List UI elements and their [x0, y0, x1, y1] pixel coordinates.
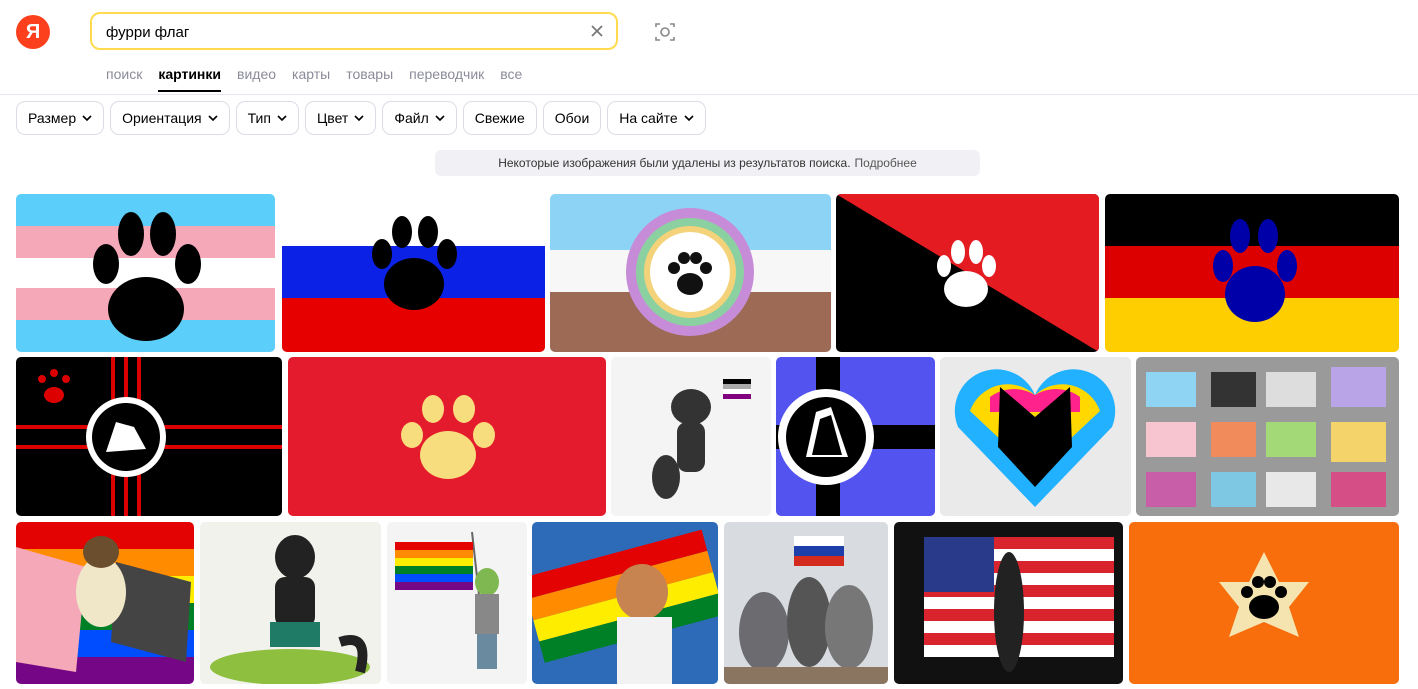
image-result[interactable]	[387, 522, 527, 684]
usa-flag-wolf-image	[894, 522, 1123, 684]
chevron-down-icon	[354, 115, 364, 121]
filter-label: На сайте	[619, 110, 678, 126]
red-yellow-paw-flag-image	[288, 357, 606, 516]
close-icon[interactable]	[590, 24, 604, 38]
filter-fresh[interactable]: Свежие	[462, 101, 537, 135]
orange-paw-star-flag-image	[1129, 522, 1399, 684]
tab-images[interactable]: картинки	[158, 66, 221, 92]
rainbow-circle-paw-flag-image	[550, 194, 831, 352]
black-red-wolf-flag-image	[16, 357, 282, 516]
image-result[interactable]	[16, 194, 275, 352]
header-right-area	[1314, 12, 1418, 52]
filter-color[interactable]: Цвет	[304, 101, 377, 135]
removed-results-notice: Некоторые изображения были удалены из ре…	[435, 150, 980, 176]
chevron-down-icon	[277, 115, 287, 121]
tab-all[interactable]: все	[500, 66, 522, 82]
filter-label: Ориентация	[122, 110, 202, 126]
yandex-logo[interactable]: Я	[16, 15, 50, 49]
chevron-down-icon	[684, 115, 694, 121]
notice-more-link[interactable]: Подробнее	[855, 156, 917, 170]
search-input[interactable]: фурри флаг	[106, 24, 189, 41]
filter-file[interactable]: Файл	[382, 101, 457, 135]
russian-paw-flag-image	[282, 194, 545, 352]
search-tabs: поиск картинки видео карты товары перево…	[106, 66, 522, 92]
wolf-rainbow-flag-image	[387, 522, 527, 684]
chevron-down-icon	[208, 115, 218, 121]
dog-with-leash-image	[200, 522, 381, 684]
image-result[interactable]	[1129, 522, 1399, 684]
pride-sticker-sheet-image	[1136, 357, 1399, 516]
tab-video[interactable]: видео	[237, 66, 276, 82]
blue-wolf-cross-flag-image	[776, 357, 935, 516]
chevron-down-icon	[435, 115, 445, 121]
camera-search-icon[interactable]	[653, 20, 677, 44]
fox-russia-2018-image	[532, 522, 718, 684]
image-result[interactable]	[1136, 357, 1399, 516]
image-result[interactable]	[550, 194, 831, 352]
trans-paw-flag-image	[16, 194, 275, 352]
image-result[interactable]	[836, 194, 1099, 352]
image-result[interactable]	[611, 357, 771, 516]
tab-maps[interactable]: карты	[292, 66, 330, 82]
image-result[interactable]	[282, 194, 545, 352]
filter-label: Свежие	[474, 110, 525, 126]
filter-size[interactable]: Размер	[16, 101, 105, 135]
filter-orientation[interactable]: Ориентация	[110, 101, 230, 135]
furries-with-russian-flag-image	[724, 522, 888, 684]
filters-bar: Размер Ориентация Тип Цвет Файл Свежие О…	[16, 101, 706, 135]
image-result[interactable]	[940, 357, 1131, 516]
filter-label: Тип	[247, 110, 271, 126]
notice-text: Некоторые изображения были удалены из ре…	[498, 156, 851, 170]
filter-type[interactable]: Тип	[235, 101, 299, 135]
red-black-paw-flag-image	[836, 194, 1099, 352]
tab-products[interactable]: товары	[346, 66, 393, 82]
chevron-down-icon	[82, 115, 92, 121]
image-result[interactable]	[532, 522, 718, 684]
image-result[interactable]	[724, 522, 888, 684]
german-paw-flag-image	[1105, 194, 1399, 352]
asexual-flag-wolf-image	[611, 357, 771, 516]
ferret-pride-flags-image	[16, 522, 194, 684]
image-result[interactable]	[776, 357, 935, 516]
filter-wallpapers[interactable]: Обои	[542, 101, 602, 135]
filter-on-site[interactable]: На сайте	[607, 101, 706, 135]
search-field[interactable]: фурри флаг	[90, 12, 618, 50]
filter-label: Размер	[28, 110, 77, 126]
image-result[interactable]	[1105, 194, 1399, 352]
image-result[interactable]	[16, 522, 194, 684]
filter-label: Обои	[554, 110, 590, 126]
image-result[interactable]	[288, 357, 606, 516]
header: Я фурри флаг поиск картинки видео карты …	[0, 0, 1418, 95]
image-result[interactable]	[16, 357, 282, 516]
tab-search[interactable]: поиск	[106, 66, 142, 82]
pan-wolf-heart-image	[940, 357, 1131, 516]
tab-translator[interactable]: переводчик	[409, 66, 484, 82]
filter-label: Файл	[394, 110, 429, 126]
filter-label: Цвет	[316, 110, 349, 126]
image-result[interactable]	[894, 522, 1123, 684]
image-result[interactable]	[200, 522, 381, 684]
